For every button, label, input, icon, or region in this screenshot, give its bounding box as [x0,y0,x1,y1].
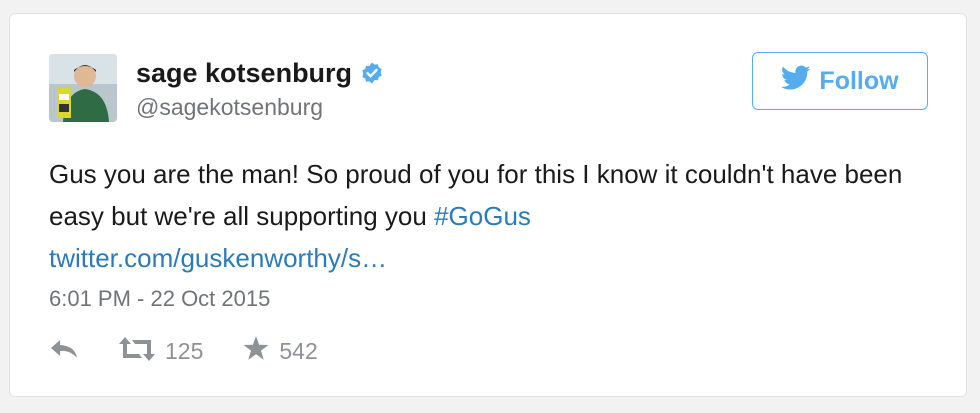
hashtag-link[interactable]: #GoGus [434,201,531,231]
retweet-count: 125 [165,338,204,364]
favorite-button[interactable]: 542 [243,336,318,367]
tweet-url-link[interactable]: twitter.com/guskenworthy/s… [49,243,387,273]
retweet-button[interactable]: 125 [119,336,204,367]
follow-label: Follow [819,66,899,95]
avatar-image [49,54,117,122]
avatar[interactable] [49,54,117,122]
reply-button[interactable] [49,338,79,366]
tweet-text: Gus you are the man! So proud of you for… [49,153,929,279]
reply-icon [49,338,79,366]
follow-button[interactable]: Follow [752,52,928,110]
display-name[interactable]: sage kotsenburg [136,58,352,88]
retweet-icon [119,336,155,367]
verified-badge-icon [360,61,384,85]
tweet-timestamp[interactable]: 6:01 PM - 22 Oct 2015 [49,286,270,312]
user-info: sage kotsenburg @sagekotsenburg [136,58,384,120]
tweet-card: sage kotsenburg @sagekotsenburg Follow G… [9,13,967,397]
star-icon [243,336,269,367]
favorite-count: 542 [279,338,318,364]
tweet-actions: 125 542 [49,336,318,367]
twitter-bird-icon [781,65,811,98]
user-handle[interactable]: @sagekotsenburg [136,94,384,120]
